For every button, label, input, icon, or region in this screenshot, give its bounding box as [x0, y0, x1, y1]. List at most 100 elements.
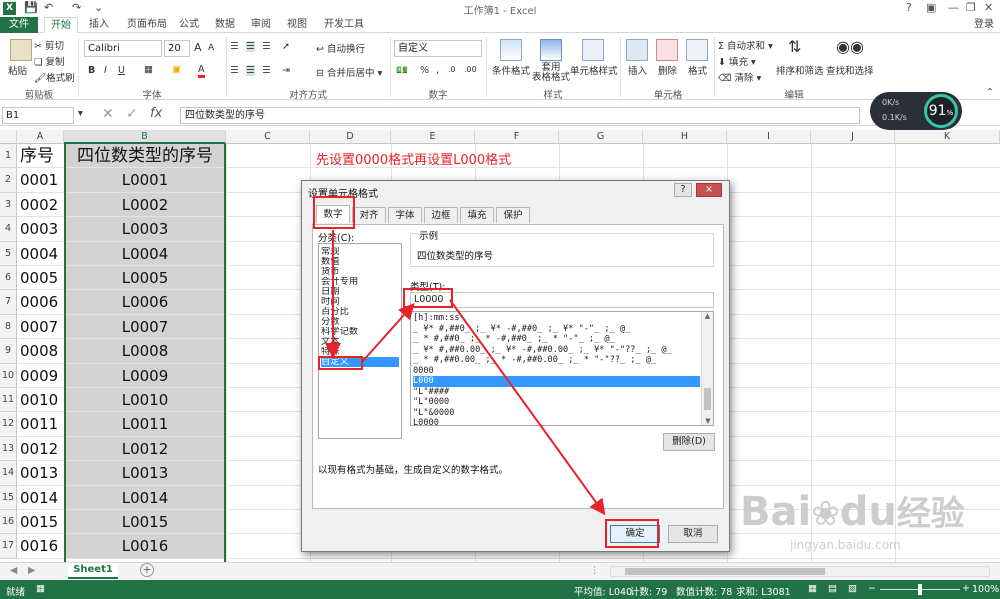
category-item[interactable]: 分数	[321, 317, 399, 327]
border-icon[interactable]: ▦	[144, 64, 153, 75]
macro-record-icon[interactable]: ▦	[36, 583, 45, 594]
cell-a[interactable]: 0003	[18, 217, 64, 240]
zoom-in-icon[interactable]: +	[962, 583, 970, 594]
tab-developer[interactable]: 开发工具	[318, 17, 370, 33]
type-input[interactable]: L0000	[410, 292, 714, 308]
autosum-button[interactable]: Σ 自动求和 ▾	[718, 38, 773, 52]
cell-b[interactable]: L0006	[65, 290, 225, 314]
cell-styles-button[interactable]: 单元格样式	[570, 63, 618, 77]
cell-b[interactable]: L0003	[65, 217, 225, 241]
category-item[interactable]: 时间	[321, 297, 399, 307]
cell-b[interactable]: L0007	[65, 314, 225, 339]
column-header-k[interactable]: K	[895, 130, 1000, 144]
type-item[interactable]: _ ¥* #,##0.00_ ;_ ¥* -#,##0.00_ ;_ ¥* "-…	[413, 345, 700, 356]
grow-font-button[interactable]: A	[194, 41, 202, 54]
decrease-decimal-icon[interactable]: .00	[464, 65, 477, 74]
cell-b[interactable]: L0015	[65, 510, 225, 534]
row-header[interactable]: 15	[0, 485, 17, 510]
type-item[interactable]: _ * #,##0.00_ ;_ * -#,##0.00_ ;_ * "-"??…	[413, 355, 700, 366]
column-header-e[interactable]: E	[391, 130, 475, 144]
row-header[interactable]: 16	[0, 510, 17, 535]
category-item[interactable]: 货币	[321, 267, 399, 277]
shrink-font-button[interactable]: A	[208, 43, 214, 53]
cell-a[interactable]: 0005	[18, 266, 64, 289]
cell-a[interactable]: 0010	[18, 388, 64, 411]
horizontal-scrollbar[interactable]	[610, 566, 990, 577]
find-select-button[interactable]: 查找和选择	[826, 63, 874, 77]
cell-a[interactable]: 0012	[18, 437, 64, 460]
sheet-bar-split-icon[interactable]: ⋮	[590, 565, 600, 576]
row-header[interactable]: 9	[0, 339, 17, 364]
row-header[interactable]: 12	[0, 412, 17, 437]
insert-cells-button[interactable]: 插入	[628, 63, 647, 77]
category-item[interactable]: 常规	[321, 247, 399, 257]
tab-file[interactable]: 文件	[0, 17, 38, 33]
percent-button[interactable]: %	[420, 65, 429, 76]
clear-button[interactable]: ⌫ 清除 ▾	[718, 70, 761, 84]
insert-function-button[interactable]: fx	[150, 106, 162, 121]
scroll-down-icon[interactable]: ▼	[702, 417, 713, 425]
increase-decimal-icon[interactable]: .0	[448, 65, 456, 74]
delete-cells-button[interactable]: 删除	[658, 63, 677, 77]
align-center-icon[interactable]: ☰	[246, 65, 255, 76]
select-all-corner[interactable]	[0, 130, 17, 144]
cell-b[interactable]: 四位数类型的序号	[65, 144, 225, 168]
category-item[interactable]: 文本	[321, 337, 399, 347]
row-header[interactable]: 1	[0, 144, 17, 169]
column-header-g[interactable]: G	[559, 130, 643, 144]
format-cells-button[interactable]: 格式	[688, 63, 707, 77]
formula-input[interactable]: 四位数类型的序号	[180, 107, 860, 124]
scroll-up-icon[interactable]: ▲	[702, 312, 713, 320]
tab-insert[interactable]: 插入	[82, 17, 116, 33]
name-box-dropdown-icon[interactable]: ▾	[78, 108, 83, 119]
prev-sheet-icon[interactable]: ◀	[10, 565, 17, 576]
sheet-tab-sheet1[interactable]: Sheet1	[68, 563, 118, 579]
row-header[interactable]: 11	[0, 388, 17, 413]
column-header-d[interactable]: D	[310, 130, 391, 144]
type-item[interactable]: 0000	[413, 366, 700, 377]
cell-a[interactable]: 0006	[18, 290, 64, 313]
zoom-slider-thumb[interactable]	[918, 584, 922, 595]
align-top-icon[interactable]: ☰	[230, 41, 239, 52]
cell-a[interactable]: 0015	[18, 510, 64, 533]
type-list[interactable]: [h]:mm:ss _ ¥* #,##0_ ;_ ¥* -#,##0_ ;_ ¥…	[410, 311, 714, 426]
cell-a[interactable]: 0007	[18, 315, 64, 338]
minimize-icon[interactable]: —	[948, 1, 959, 14]
dialog-help-button[interactable]: ?	[674, 183, 692, 197]
cell-b[interactable]: L0002	[65, 192, 225, 217]
tab-alignment[interactable]: 对齐	[352, 207, 386, 223]
zoom-level[interactable]: 100%	[972, 584, 999, 595]
row-header[interactable]: 13	[0, 436, 17, 462]
row-header[interactable]: 17	[0, 534, 17, 559]
type-item[interactable]: [h]:mm:ss	[413, 313, 700, 324]
cell-b[interactable]: L0005	[65, 266, 225, 290]
tab-border[interactable]: 边框	[424, 207, 458, 223]
delete-format-button[interactable]: 删除(D)	[663, 433, 715, 451]
ribbon-display-icon[interactable]: ▣	[926, 1, 936, 14]
row-header[interactable]: 8	[0, 314, 17, 340]
category-item[interactable]: 数值	[321, 257, 399, 267]
fill-color-icon[interactable]: ▣	[172, 64, 181, 75]
type-list-scrollbar[interactable]: ▲ ▼	[701, 312, 713, 425]
type-item[interactable]: _ ¥* #,##0_ ;_ ¥* -#,##0_ ;_ ¥* "-"_ ;_ …	[413, 324, 700, 335]
type-item[interactable]: "L"&0000	[413, 408, 700, 419]
cell-b[interactable]: L0013	[65, 461, 225, 485]
sort-filter-button[interactable]: 排序和筛选	[776, 63, 824, 77]
currency-icon[interactable]: 💵	[396, 65, 408, 76]
cell-a[interactable]: 0014	[18, 486, 64, 509]
name-box[interactable]: B1	[2, 107, 74, 124]
tab-home[interactable]: 开始	[44, 17, 78, 33]
align-bottom-icon[interactable]: ☰	[262, 41, 271, 52]
align-left-icon[interactable]: ☰	[230, 65, 239, 76]
login-link[interactable]: 登录	[974, 17, 994, 33]
font-name-select[interactable]: Calibri	[84, 40, 162, 57]
column-header-j[interactable]: J	[811, 130, 895, 144]
category-list[interactable]: 常规 数值 货币 会计专用 日期 时间 百分比 分数 科学记数 文本 特殊 自定…	[318, 243, 402, 439]
copy-button[interactable]: ❏ 复制	[34, 54, 65, 68]
orientation-icon[interactable]: ➚	[282, 41, 290, 52]
row-header[interactable]: 5	[0, 241, 17, 266]
font-color-icon[interactable]: A	[198, 64, 205, 78]
tab-font[interactable]: 字体	[388, 207, 422, 223]
format-painter-button[interactable]: 🖌格式刷	[34, 70, 75, 84]
close-icon[interactable]: ✕	[984, 1, 993, 14]
